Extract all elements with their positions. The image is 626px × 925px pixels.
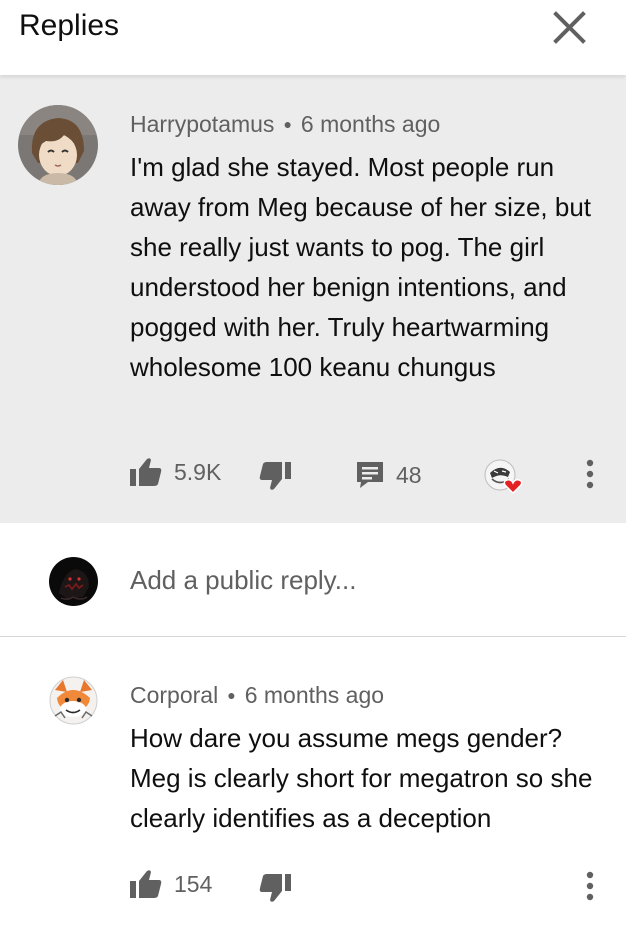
reply-author-name[interactable]: Corporal <box>130 682 218 708</box>
close-icon <box>553 11 586 44</box>
reply-author-avatar[interactable] <box>49 676 98 725</box>
reply-count: 48 <box>396 461 422 488</box>
highlighted-comment: Harrypotamus ● 6 months ago I'm glad she s… <box>0 75 626 523</box>
comment-meta: Harrypotamus ● 6 months ago <box>130 111 441 137</box>
replies-header: Replies <box>0 0 626 75</box>
more-vert-icon <box>586 871 594 901</box>
reply-count-button[interactable]: 48 <box>356 461 422 489</box>
thumbs-up-icon <box>130 870 162 898</box>
comment-menu-button[interactable] <box>580 459 600 489</box>
reply-meta: Corporal ● 6 months ago <box>130 682 385 708</box>
like-button[interactable]: 5.9K <box>130 457 221 487</box>
thumbs-up-icon <box>130 458 162 486</box>
divider <box>0 636 626 637</box>
close-button[interactable] <box>546 6 592 52</box>
comment-icon <box>357 462 383 488</box>
reply-dislike-button[interactable] <box>259 873 291 903</box>
reply-like-button[interactable]: 154 <box>130 869 212 899</box>
more-vert-icon <box>586 459 594 489</box>
comment-text: I'm glad she stayed. Most people run awa… <box>130 152 592 382</box>
current-user-avatar <box>49 557 98 606</box>
reply-menu-button[interactable] <box>580 871 600 901</box>
comment-time: 6 months ago <box>300 111 441 137</box>
author-name[interactable]: Harrypotamus <box>130 111 274 137</box>
reply-text: How dare you assume megs gender? Meg is … <box>130 723 593 833</box>
creator-heart-badge <box>484 459 526 501</box>
reply-time: 6 months ago <box>244 682 385 708</box>
commenter-avatar[interactable] <box>18 105 98 185</box>
reply-input[interactable]: Add a public reply... <box>130 565 356 596</box>
thumbs-down-icon <box>259 462 291 490</box>
thumbs-down-icon <box>259 874 291 902</box>
add-reply-row: Add a public reply... <box>0 523 626 636</box>
reply-like-count: 154 <box>174 870 213 897</box>
like-count: 5.9K <box>174 458 222 485</box>
page-title: Replies <box>19 9 120 42</box>
dislike-button[interactable] <box>259 461 291 491</box>
